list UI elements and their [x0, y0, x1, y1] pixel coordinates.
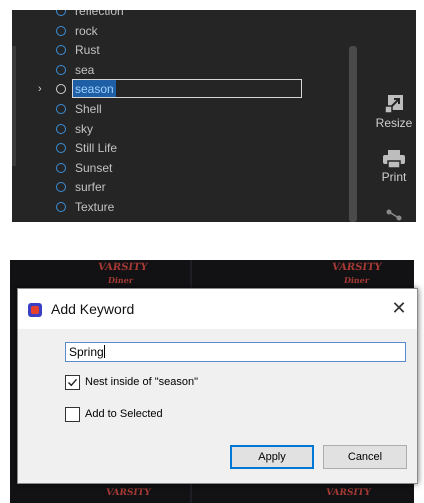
- keyword-panel: reflection rock Rust sea › season Shell sky Stil…: [12, 10, 416, 222]
- keyword-circle-icon[interactable]: [56, 104, 66, 114]
- share-icon: [386, 209, 402, 221]
- keyword-item[interactable]: surfer: [12, 177, 362, 197]
- keyword-circle-icon[interactable]: [56, 202, 66, 212]
- chevron-right-icon[interactable]: ›: [38, 79, 48, 99]
- keyword-label: surfer: [75, 180, 106, 195]
- keyword-label: sky: [75, 121, 93, 136]
- keyword-item[interactable]: sky: [12, 119, 362, 139]
- keyword-item[interactable]: Still Life: [12, 138, 362, 158]
- print-label: Print: [381, 170, 407, 184]
- checkmark-icon: [68, 378, 78, 387]
- sign-text-4: VARSITY: [325, 488, 372, 498]
- keyword-item[interactable]: Shell: [12, 99, 362, 119]
- dialog-title: Add Keyword: [51, 301, 135, 317]
- keyword-item[interactable]: › season: [12, 79, 362, 99]
- keyword-item[interactable]: Texture: [12, 197, 362, 217]
- cancel-button[interactable]: Cancel: [323, 445, 407, 469]
- nest-inside-checkbox[interactable]: [65, 375, 80, 390]
- keyword-input-value: Spring: [69, 345, 104, 359]
- app-logo-icon: [28, 303, 42, 317]
- keyword-circle-icon[interactable]: [56, 143, 66, 154]
- text-caret: [103, 345, 105, 358]
- close-icon[interactable]: ✕: [388, 297, 410, 319]
- keyword-list: reflection rock Rust sea › season Shell sky Stil…: [12, 10, 362, 222]
- keyword-label: Texture: [75, 200, 115, 214]
- keyword-circle-icon[interactable]: [56, 10, 66, 16]
- keyword-label: Rust: [75, 43, 100, 58]
- keyword-label: rock: [75, 23, 98, 38]
- apply-button[interactable]: Apply: [230, 445, 314, 469]
- keyword-label: sea: [75, 62, 95, 77]
- sign-text-2: VARSITY: [331, 262, 383, 273]
- print-button[interactable]: Print: [372, 150, 416, 184]
- keyword-circle-icon[interactable]: [56, 84, 66, 95]
- keyword-rename-box[interactable]: [72, 79, 302, 99]
- add-to-selected-checkbox[interactable]: [65, 407, 80, 422]
- keyword-item[interactable]: sea: [12, 60, 362, 80]
- keyword-circle-icon[interactable]: [56, 182, 66, 193]
- keyword-list-scrollbar[interactable]: [349, 46, 357, 222]
- keyword-circle-icon[interactable]: [56, 64, 66, 75]
- add-to-selected-label: Add to Selected: [85, 408, 163, 420]
- keyword-circle-icon[interactable]: [56, 25, 66, 36]
- sign-text-3: VARSITY: [105, 488, 152, 498]
- keyword-circle-icon[interactable]: [56, 45, 66, 56]
- keyword-circle-icon[interactable]: [56, 162, 66, 173]
- nest-inside-label: Nest inside of "season": [85, 376, 198, 388]
- add-keyword-dialog: Add Keyword ✕ Spring Nest inside of "sea…: [17, 288, 418, 484]
- keyword-item[interactable]: rock: [12, 21, 362, 41]
- keyword-label: Shell: [75, 102, 102, 116]
- sign-subtext: Diner: [107, 275, 134, 285]
- resize-icon: [384, 95, 403, 114]
- resize-label: Resize: [375, 116, 413, 130]
- keyword-label: Still Life: [75, 141, 118, 156]
- sign-text: VARSITY: [97, 262, 149, 273]
- keyword-name-input[interactable]: Spring: [65, 342, 406, 362]
- share-button[interactable]: [372, 208, 416, 222]
- keyword-label: Sunset: [75, 160, 113, 175]
- sign-subtext-2: Diner: [343, 275, 370, 285]
- keyword-item[interactable]: reflection: [12, 10, 362, 21]
- keyword-item[interactable]: Rust: [12, 40, 362, 60]
- printer-icon: [383, 150, 405, 168]
- resize-button[interactable]: Resize: [372, 94, 416, 130]
- dialog-titlebar: Add Keyword ✕: [18, 289, 417, 329]
- keyword-item[interactable]: Sunset: [12, 158, 362, 178]
- keyword-label: reflection: [75, 10, 124, 18]
- keyword-circle-icon[interactable]: [56, 123, 66, 134]
